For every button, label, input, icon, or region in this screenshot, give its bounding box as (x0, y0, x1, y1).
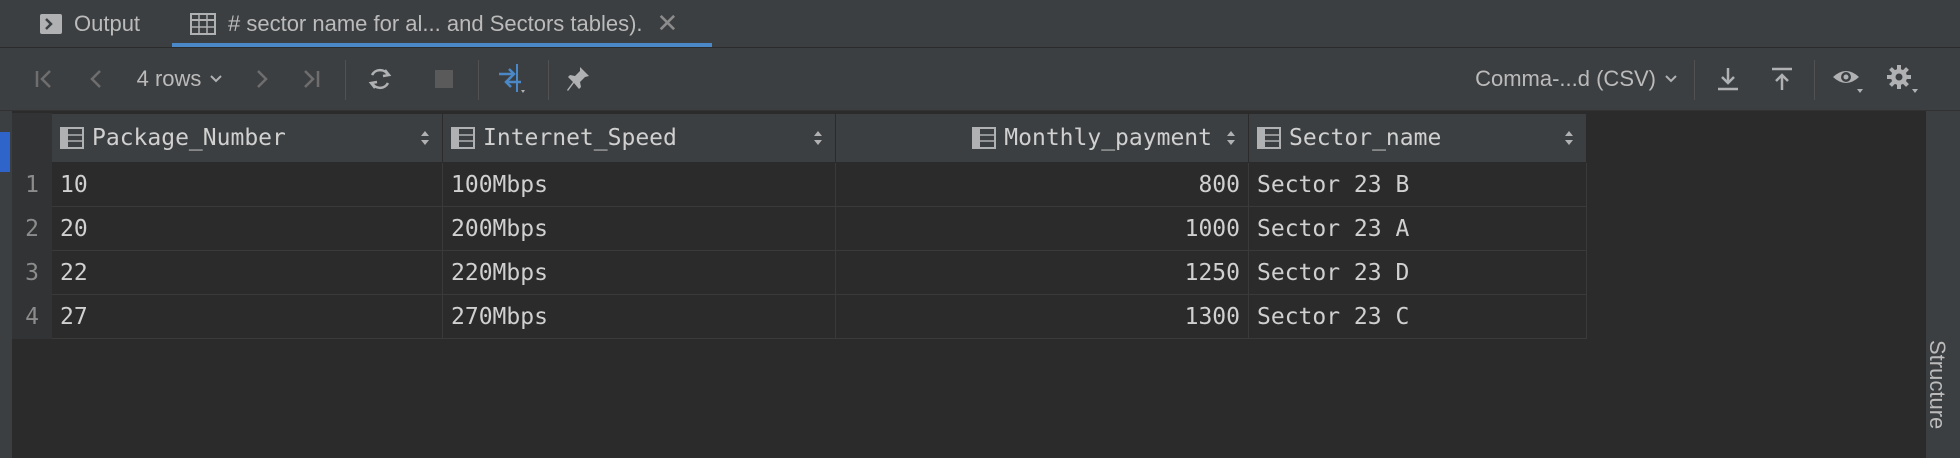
upload-icon (1772, 67, 1792, 90)
table-cell[interactable]: 1000 (835, 206, 1249, 251)
tab-query-result-label: # sector name for al... and Sectors tabl… (228, 10, 643, 36)
table-row[interactable]: 3 22 220Mbps 1250 Sector 23 D (12, 250, 1587, 295)
table-icon (190, 12, 216, 35)
pin-tab-button[interactable] (558, 48, 598, 110)
column-icon (60, 127, 84, 149)
rows-count-label: 4 rows (136, 66, 202, 91)
first-page-button[interactable] (28, 48, 60, 110)
refresh-button[interactable] (360, 48, 400, 110)
table-cell[interactable]: 22 (51, 250, 443, 295)
row-number[interactable]: 1 (12, 162, 52, 207)
table-cell[interactable]: 10 (51, 162, 443, 207)
table-header-row: Package_Number Internet_Speed Monthly_pa… (12, 113, 1587, 163)
column-header[interactable]: Monthly_payment (835, 113, 1249, 163)
chevron-down-icon (1665, 75, 1677, 83)
table-row[interactable]: 4 27 270Mbps 1300 Sector 23 C (12, 294, 1587, 339)
pin-icon (567, 67, 589, 91)
column-header[interactable]: Package_Number (51, 113, 443, 163)
tab-output[interactable]: Output (40, 0, 140, 47)
row-number-header (12, 113, 52, 163)
export-format-dropdown[interactable]: Comma-...d (CSV) (1458, 48, 1678, 110)
column-header-label: Sector_name (1289, 125, 1442, 151)
close-icon[interactable]: ✕ (657, 8, 679, 39)
table-row[interactable]: 2 20 200Mbps 1000 Sector 23 A (12, 206, 1587, 251)
first-page-icon (35, 70, 51, 88)
table-cell[interactable]: Sector 23 A (1248, 206, 1587, 251)
settings-button[interactable] (1880, 48, 1924, 110)
table-cell[interactable]: 1300 (835, 294, 1249, 339)
table-cell[interactable]: 800 (835, 162, 1249, 207)
tab-output-label: Output (74, 10, 141, 36)
structure-tool-button[interactable]: Structure (1924, 340, 1950, 429)
sort-icon[interactable] (1226, 130, 1236, 146)
table-cell[interactable]: 200Mbps (442, 206, 836, 251)
column-icon (972, 127, 997, 149)
refresh-icon (368, 68, 392, 90)
sort-icon[interactable] (813, 130, 823, 146)
tab-query-result[interactable]: # sector name for al... and Sectors tabl… (190, 0, 678, 47)
last-page-button[interactable] (294, 48, 328, 110)
column-icon (1257, 127, 1281, 149)
export-format-label: Comma-...d (CSV) (1475, 66, 1656, 91)
next-page-button[interactable] (246, 48, 278, 110)
table-cell[interactable]: 100Mbps (442, 162, 836, 207)
column-header-label: Internet_Speed (483, 125, 677, 151)
table-cell[interactable]: Sector 23 C (1248, 294, 1587, 339)
previous-page-button[interactable] (80, 48, 112, 110)
column-header-label: Monthly_payment (1004, 125, 1212, 151)
stop-button[interactable] (428, 48, 460, 110)
stop-icon (435, 70, 453, 88)
row-number[interactable]: 2 (12, 206, 52, 251)
toolbar-separator (1814, 60, 1815, 100)
compare-button[interactable] (492, 48, 532, 110)
chevron-down-icon (210, 75, 223, 83)
table-cell[interactable]: Sector 23 B (1248, 162, 1587, 207)
selection-marker (0, 132, 10, 172)
toolbar-separator (478, 60, 479, 100)
table-cell[interactable]: Sector 23 D (1248, 250, 1587, 295)
table-cell[interactable]: 27 (51, 294, 443, 339)
results-table: Package_Number Internet_Speed Monthly_pa… (12, 113, 1587, 339)
toolbar-separator (345, 60, 346, 100)
eye-icon (1833, 71, 1863, 93)
active-tab-indicator (172, 43, 712, 47)
table-cell[interactable]: 1250 (835, 250, 1249, 295)
table-cell[interactable]: 270Mbps (442, 294, 836, 339)
upload-button[interactable] (1764, 48, 1800, 110)
last-page-icon (304, 70, 320, 88)
table-cell[interactable]: 20 (51, 206, 443, 251)
tab-bar: Output # sector name for al... and Secto… (0, 0, 1960, 48)
sort-icon[interactable] (420, 130, 430, 146)
column-header-label: Package_Number (92, 125, 286, 151)
table-cell[interactable]: 220Mbps (442, 250, 836, 295)
gear-icon (1887, 65, 1918, 93)
download-button[interactable] (1710, 48, 1746, 110)
compare-icon (499, 64, 525, 93)
chevron-left-icon (90, 70, 101, 88)
rows-count-dropdown[interactable]: 4 rows (130, 48, 230, 110)
sort-icon[interactable] (1564, 130, 1574, 146)
row-number[interactable]: 3 (12, 250, 52, 295)
toolbar-separator (1694, 60, 1695, 100)
view-options-button[interactable] (1826, 48, 1870, 110)
chevron-right-icon (257, 70, 268, 88)
table-row[interactable]: 1 10 100Mbps 800 Sector 23 B (12, 162, 1587, 207)
results-toolbar: 4 rows Comma-...d (CSV) (0, 48, 1960, 111)
column-header[interactable]: Internet_Speed (442, 113, 836, 163)
structure-label: Structure (1925, 340, 1950, 430)
download-icon (1718, 68, 1738, 91)
console-icon (40, 13, 62, 34)
column-icon (451, 127, 475, 149)
column-header[interactable]: Sector_name (1248, 113, 1587, 163)
row-number[interactable]: 4 (12, 294, 52, 339)
toolbar-separator (548, 60, 549, 100)
